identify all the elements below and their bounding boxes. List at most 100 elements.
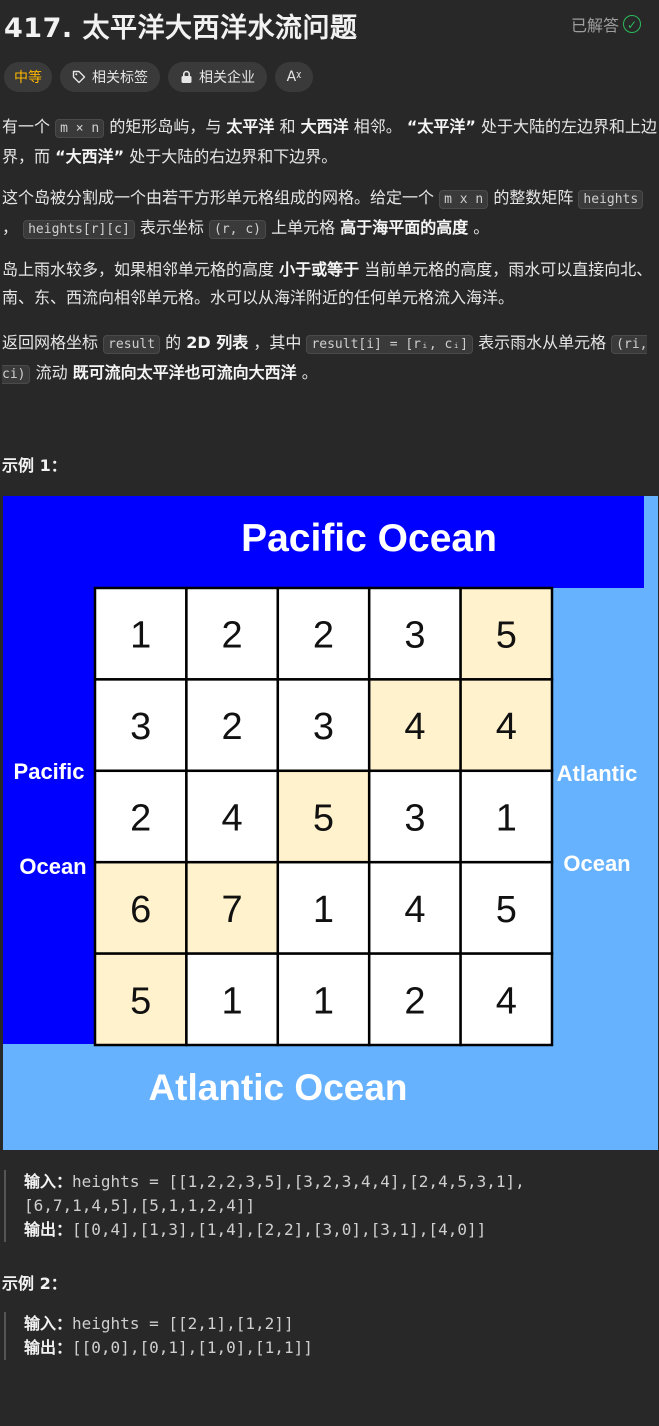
bold-text: 小于或等于 (279, 260, 360, 279)
inline-code: m x n (439, 190, 489, 209)
inline-code: (r, c) (209, 220, 266, 239)
bold-text: 既可流向太平洋也可流向大西洋 (72, 363, 297, 382)
example-1-title: 示例 1： (2, 456, 67, 475)
text: 有一个 (2, 117, 56, 136)
tag-icon (72, 70, 86, 84)
grid-cell-value: 1 (313, 889, 334, 931)
example-1-io: 输入：heights = [[1,2,2,3,5],[3,2,3,4,4],[2… (4, 1170, 525, 1242)
text: ，其中 (248, 333, 307, 352)
inline-code: result[i] = [rᵢ, cᵢ] (306, 335, 473, 354)
description-paragraph-2: 这个岛被分割成一个由若干方形单元格组成的网格。给定一个 m x n 的整数矩阵 … (2, 184, 657, 244)
text: 返回网格坐标 (2, 333, 104, 352)
grid-cell-value: 7 (222, 889, 243, 931)
solved-status: 已解答 ✓ (571, 12, 641, 36)
bold-text: 太平洋 (226, 117, 275, 136)
text: 的 (160, 333, 187, 352)
grid-cell-value: 2 (313, 615, 334, 657)
text: ， (2, 218, 24, 237)
grid-cell-value: 3 (404, 798, 425, 840)
text: 和 (274, 117, 301, 136)
example-2-io: 输入：heights = [[2,1],[1,2]] 输出：[[0,0],[0,… (4, 1312, 313, 1360)
grid-cell-value: 5 (313, 798, 334, 840)
related-companies-button[interactable]: 相关企业 (168, 62, 267, 92)
grid-cell-value: 2 (222, 615, 243, 657)
problem-title: 417. 太平洋大西洋水流问题 (4, 13, 358, 44)
output-label: 输出： (24, 1338, 73, 1357)
input-value: heights = [[2,1],[1,2]] (72, 1314, 294, 1333)
grid-cell-value: 1 (130, 615, 151, 657)
lock-icon (181, 70, 192, 83)
example-2-input-line: 输入：heights = [[2,1],[1,2]] (24, 1312, 313, 1336)
check-circle-icon: ✓ (623, 15, 641, 33)
atlantic-right-label-1: Atlantic (557, 761, 638, 786)
atlantic-bottom-label: Atlantic Ocean (148, 1067, 407, 1108)
grid-cell-value: 3 (313, 706, 334, 748)
example-1-input-line-2: [6,7,1,4,5],[5,1,1,2,4]] (24, 1196, 256, 1215)
related-tags-button[interactable]: 相关标签 (60, 62, 160, 92)
input-label: 输入： (24, 1172, 73, 1191)
example-2-title: 示例 2： (2, 1274, 67, 1293)
font-size-button[interactable]: Aᵡ (275, 62, 313, 92)
description-paragraph-4: 返回网格坐标 result 的 2D 列表 ，其中 result[i] = [r… (2, 329, 657, 389)
text: 处于大陆的右边界和下边界。 (124, 147, 338, 166)
grid-cell-value: 4 (222, 798, 243, 840)
pacific-left-label-2: Ocean (19, 854, 86, 879)
bold-text: 大西洋 (300, 117, 349, 136)
input-value: heights = [[1,2,2,3,5],[3,2,3,4,4],[2,4,… (72, 1172, 525, 1191)
text: 岛上雨水较多，如果相邻单元格的高度 (2, 260, 280, 279)
text: 的矩形岛屿，与 (104, 117, 227, 136)
pacific-top-label: Pacific Ocean (241, 517, 497, 560)
text: 上单元格 (266, 218, 341, 237)
example-1-figure: Pacific Ocean Atlantic Ocean Pacific Oce… (3, 496, 658, 1150)
inline-code: result (103, 335, 161, 354)
grid-cell-value: 2 (404, 980, 425, 1022)
grid-cell-value: 4 (404, 889, 425, 931)
description-paragraph-1: 有一个 m × n 的矩形岛屿，与 太平洋 和 大西洋 相邻。 “太平洋” 处于… (2, 113, 657, 171)
bold-text: “太平洋” (406, 117, 476, 136)
example-1-input-line: 输入：heights = [[1,2,2,3,5],[3,2,3,4,4],[2… (24, 1170, 525, 1194)
difficulty-badge[interactable]: 中等 (4, 62, 52, 92)
related-tags-label: 相关标签 (92, 70, 148, 86)
example-2-output-line: 输出：[[0,0],[0,1],[1,0],[1,1]] (24, 1336, 313, 1360)
solved-label: 已解答 (570, 16, 619, 35)
inline-code: heights[r][c] (23, 220, 135, 239)
input-label: 输入： (24, 1314, 73, 1333)
grid-cell-value: 6 (130, 889, 151, 931)
inline-code: heights (578, 190, 644, 209)
related-companies-label: 相关企业 (199, 70, 255, 86)
text: 这个岛被分割成一个由若干方形单元格组成的网格。给定一个 (2, 188, 440, 207)
grid-cell-value: 3 (130, 706, 151, 748)
text: 相邻。 (348, 117, 407, 136)
output-value: [[0,0],[0,1],[1,0],[1,1]] (72, 1338, 313, 1357)
output-value: [[0,4],[1,3],[1,4],[2,2],[3,0],[3,1],[4,… (72, 1220, 487, 1239)
grid-cell-value: 5 (496, 889, 517, 931)
inline-code: m × n (55, 119, 105, 138)
text: 表示坐标 (134, 218, 210, 237)
bold-text: 高于海平面的高度 (340, 218, 469, 237)
grid-cell-value: 1 (222, 980, 243, 1022)
text: 。 (468, 218, 490, 237)
output-label: 输出： (24, 1220, 73, 1239)
bold-text: 2D 列表 (186, 333, 249, 352)
grid-cell-value: 3 (404, 615, 425, 657)
atlantic-right-label-2: Ocean (563, 851, 630, 876)
description-paragraph-3: 岛上雨水较多，如果相邻单元格的高度 小于或等于 当前单元格的高度，雨水可以直接向… (2, 256, 657, 312)
font-size-icon: Aᵡ (286, 69, 302, 85)
grid-cell-value: 4 (404, 706, 425, 748)
grid-cell-value: 4 (496, 706, 517, 748)
ocean-grid-diagram: Pacific Ocean Atlantic Ocean Pacific Oce… (3, 496, 658, 1150)
grid-cell-value: 1 (496, 798, 517, 840)
grid-cell-value: 4 (496, 980, 517, 1022)
grid-cell-value: 2 (130, 798, 151, 840)
tag-bar: 中等 相关标签 相关企业 Aᵡ (4, 62, 313, 92)
text: 流动 (30, 363, 73, 382)
grid-cell-value: 5 (130, 980, 151, 1022)
bold-text: “大西洋” (55, 147, 125, 166)
text: 的整数矩阵 (488, 188, 579, 207)
pacific-left-label-1: Pacific (14, 759, 85, 784)
height-grid: 1 2 2 3 5 3 2 3 4 4 2 4 5 3 1 6 7 1 4 5 5 1 1 2 4 (93, 586, 554, 1047)
grid-cell-value: 5 (496, 615, 517, 657)
grid-cell-value: 2 (222, 706, 243, 748)
text: 。 (296, 363, 318, 382)
grid-cell-value: 1 (313, 980, 334, 1022)
